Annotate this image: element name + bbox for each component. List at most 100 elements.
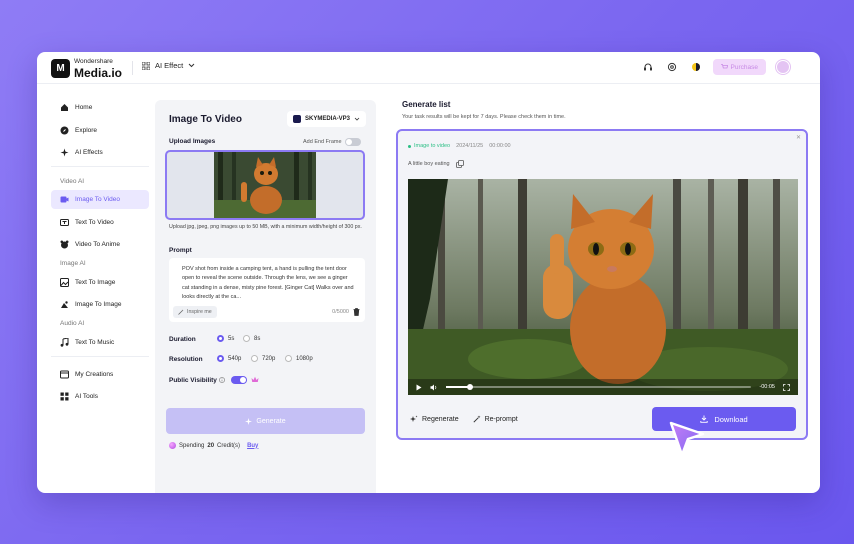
regenerate-button[interactable]: Regenerate	[410, 415, 459, 423]
video-time: -00:05	[759, 384, 775, 390]
sidebar-item-home[interactable]: Home	[51, 98, 149, 117]
fullscreen-icon[interactable]	[783, 383, 790, 391]
duration-option-5s[interactable]: 5s	[217, 335, 234, 342]
sidebar-divider	[51, 355, 149, 357]
sidebar-item-text-to-music[interactable]: Text To Music	[51, 333, 149, 352]
sidebar-item-my-creations[interactable]: My Creations	[51, 365, 149, 384]
sidebar-item-label: Video To Anime	[75, 241, 120, 248]
video-controls: -00:05	[408, 379, 798, 395]
video-player[interactable]: -00:05	[408, 179, 798, 395]
card-description: A little boy eating	[408, 160, 464, 168]
type-tag: Image to video	[408, 143, 450, 149]
duration-8s-label: 8s	[254, 335, 261, 342]
reprompt-label: Re-prompt	[484, 415, 518, 423]
brand-logo[interactable]: M	[51, 59, 70, 78]
settings-icon[interactable]	[665, 60, 679, 74]
prompt-text[interactable]: POV shot from inside a camping tent, a h…	[182, 265, 356, 302]
copy-icon[interactable]	[455, 160, 464, 168]
radio-unselected[interactable]	[285, 355, 292, 362]
trash-icon[interactable]	[353, 308, 360, 316]
end-frame-label: Add End Frame	[303, 139, 342, 145]
music-icon	[60, 337, 69, 347]
text-image-icon	[60, 277, 69, 287]
buy-link[interactable]: Buy	[247, 443, 258, 449]
sidebar-section-video-ai: Video AI	[60, 177, 85, 185]
play-icon[interactable]	[416, 384, 422, 391]
credit-coin-icon	[169, 442, 176, 449]
card-date: 2024/11/25	[456, 143, 484, 149]
magic-wand-icon	[473, 415, 481, 423]
sidebar-item-label: AI Tools	[75, 393, 99, 400]
uploaded-image-thumbnail	[214, 152, 316, 218]
volume-icon[interactable]	[430, 384, 438, 391]
public-visibility-label: Public Visibility	[169, 377, 217, 384]
creations-icon	[60, 370, 69, 379]
avatar[interactable]	[776, 60, 790, 74]
chevron-down-icon	[188, 63, 195, 68]
duration-option-8s[interactable]: 8s	[243, 335, 260, 342]
sidebar-item-ai-tools[interactable]: AI Tools	[51, 387, 149, 406]
radio-unselected[interactable]	[251, 355, 258, 362]
image-image-icon	[60, 300, 69, 309]
sidebar-item-image-to-image[interactable]: Image To Image	[51, 295, 149, 314]
generation-card[interactable]: ✕ Image to video 2024/11/25 00:00:00 A l…	[396, 129, 808, 440]
sparkle-icon	[245, 417, 253, 425]
cart-icon	[720, 64, 728, 69]
headset-icon[interactable]	[641, 60, 655, 74]
sidebar-item-label: Text To Image	[75, 278, 116, 286]
sidebar-item-text-to-image[interactable]: Text To Image	[51, 273, 149, 292]
video-progress-bar[interactable]	[446, 384, 752, 390]
compass-icon	[60, 126, 69, 135]
resolution-540p-label: 540p	[228, 355, 242, 362]
sidebar-item-explore[interactable]: Explore	[51, 121, 149, 140]
end-frame-toggle[interactable]	[345, 138, 361, 146]
ai-effect-menu[interactable]: AI Effect	[142, 61, 195, 70]
download-label: Download	[714, 414, 748, 424]
resolution-option-540p[interactable]: 540p	[217, 355, 241, 362]
spending-amount: 20	[207, 442, 215, 449]
sidebar-item-image-to-video[interactable]: Image To Video	[51, 190, 149, 209]
progress-handle[interactable]	[467, 384, 474, 390]
theme-toggle-icon[interactable]	[689, 60, 703, 74]
model-select[interactable]: SKYMEDIA-VP3	[286, 111, 366, 127]
card-time: 00:00:00	[489, 143, 511, 149]
sidebar-divider	[51, 166, 149, 167]
duration-label: Duration	[169, 336, 196, 343]
upload-help-text: Upload jpg, jpeg, png images up to 50 MB…	[169, 224, 362, 230]
reprompt-button[interactable]: Re-prompt	[473, 415, 518, 423]
resolution-option-720p[interactable]: 720p	[251, 355, 275, 362]
spending-info: Spending 20 Credit(s) Buy	[169, 442, 258, 449]
purchase-button[interactable]: Purchase	[712, 59, 766, 75]
inspire-me-button[interactable]: Inspire me	[173, 306, 217, 318]
tools-icon	[60, 392, 69, 401]
sidebar-item-label: Image To Video	[75, 196, 120, 203]
sidebar-item-video-to-anime[interactable]: Video To Anime	[51, 235, 149, 254]
brand-name[interactable]: Wondershare Media.io	[74, 58, 122, 78]
radio-unselected[interactable]	[243, 335, 250, 342]
info-icon[interactable]	[219, 377, 225, 383]
home-icon	[60, 103, 69, 112]
settings-panel: Image To Video SKYMEDIA-VP3 Upload Image…	[155, 100, 376, 493]
cursor-pointer-icon	[669, 421, 705, 457]
sidebar-item-text-to-video[interactable]: Text To Video	[51, 213, 149, 232]
resolution-label: Resolution	[169, 356, 203, 363]
spending-suffix: Credit(s)	[217, 442, 241, 449]
sidebar-item-label: AI Effects	[75, 149, 103, 156]
model-name: SKYMEDIA-VP3	[304, 116, 350, 122]
sidebar-item-ai-effects[interactable]: AI Effects	[51, 143, 149, 162]
sparkle-icon	[410, 415, 418, 422]
radio-selected[interactable]	[217, 335, 224, 342]
resolution-option-1080p[interactable]: 1080p	[285, 355, 313, 362]
upload-dropzone[interactable]	[165, 150, 365, 220]
video-frame	[408, 179, 798, 395]
generate-label: Generate	[256, 417, 286, 425]
sidebar-item-label: Image To Image	[75, 301, 122, 308]
public-visibility-toggle[interactable]	[231, 376, 247, 384]
header-actions: Purchase	[641, 59, 790, 75]
char-count: 0/5000	[332, 309, 349, 315]
prompt-field[interactable]: POV shot from inside a camping tent, a h…	[169, 258, 365, 322]
duration-5s-label: 5s	[228, 335, 235, 342]
close-icon[interactable]: ✕	[796, 134, 801, 141]
radio-selected[interactable]	[217, 355, 224, 362]
generate-button[interactable]: Generate	[166, 408, 365, 434]
